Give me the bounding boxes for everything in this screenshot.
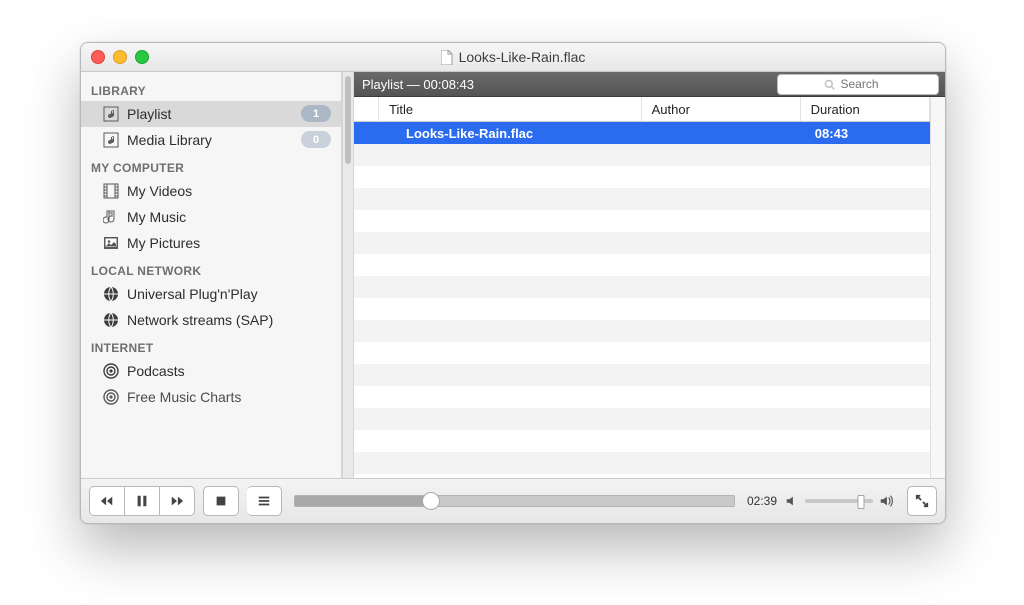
zoom-window-button[interactable] [135, 50, 149, 64]
column-author[interactable]: Author [642, 97, 801, 121]
row-title: Looks-Like-Rain.flac [378, 126, 651, 141]
volume-low-icon [785, 494, 799, 508]
sidebar-item-my-videos[interactable]: My Videos [81, 178, 341, 204]
volume-slider[interactable] [805, 499, 873, 503]
previous-button[interactable] [89, 486, 125, 516]
sidebar-item-label: Network streams (SAP) [127, 312, 273, 328]
seek-slider[interactable] [294, 495, 735, 507]
volume-control [785, 494, 893, 508]
media-library-icon [103, 132, 119, 148]
playlist-columns: Title Author Duration [354, 97, 930, 122]
sidebar-item-upnp[interactable]: Universal Plug'n'Play [81, 281, 341, 307]
podcast-icon [103, 363, 119, 379]
titlebar[interactable]: Looks-Like-Rain.flac [81, 43, 945, 72]
pause-button[interactable] [125, 486, 160, 516]
next-button[interactable] [160, 486, 195, 516]
search-input[interactable] [777, 74, 939, 95]
sidebar-item-sap[interactable]: Network streams (SAP) [81, 307, 341, 333]
sidebar-item-podcasts[interactable]: Podcasts [81, 358, 341, 384]
sidebar-item-label: My Music [127, 209, 186, 225]
sidebar-item-label: Universal Plug'n'Play [127, 286, 258, 302]
column-title[interactable]: Title [379, 97, 642, 121]
transport-buttons [89, 486, 195, 516]
main-content: Playlist — 00:08:43 Title Author Duratio… [354, 72, 945, 478]
sidebar-item-label: Media Library [127, 132, 212, 148]
sidebar-item-my-pictures[interactable]: My Pictures [81, 230, 341, 256]
playlist-toggle-button[interactable] [247, 486, 282, 516]
sidebar-item-media-library[interactable]: Media Library 0 [81, 127, 341, 153]
sidebar-item-label: Playlist [127, 106, 171, 122]
app-window: Looks-Like-Rain.flac LIBRARY Playlist 1 [80, 42, 946, 524]
file-icon [441, 50, 453, 65]
seek-fill [295, 496, 431, 506]
sidebar-section-local-network: LOCAL NETWORK [81, 256, 341, 281]
search-field[interactable] [839, 76, 893, 92]
column-playing[interactable] [354, 97, 379, 121]
seek-knob[interactable] [422, 492, 440, 510]
sidebar-section-library: LIBRARY [81, 76, 341, 101]
sidebar-item-label: My Videos [127, 183, 192, 199]
window-controls [91, 50, 149, 64]
window-title: Looks-Like-Rain.flac [459, 49, 586, 65]
media-library-count-badge: 0 [301, 131, 331, 148]
podcast-icon [103, 389, 119, 405]
video-icon [103, 183, 119, 199]
sidebar-section-my-computer: MY COMPUTER [81, 153, 341, 178]
close-window-button[interactable] [91, 50, 105, 64]
sidebar-scrollbar[interactable] [342, 72, 354, 478]
playlist-header: Playlist — 00:08:43 [354, 72, 945, 97]
sidebar-item-my-music[interactable]: My Music [81, 204, 341, 230]
minimize-window-button[interactable] [113, 50, 127, 64]
network-icon [103, 312, 119, 328]
sidebar-item-label: Podcasts [127, 363, 185, 379]
playlist-icon [103, 106, 119, 122]
playlist-title: Playlist — 00:08:43 [362, 77, 474, 92]
pictures-icon [103, 235, 119, 251]
playlist-count-badge: 1 [301, 105, 331, 122]
volume-knob[interactable] [857, 495, 864, 509]
elapsed-time: 02:39 [747, 494, 777, 508]
network-icon [103, 286, 119, 302]
column-duration[interactable]: Duration [801, 97, 930, 121]
sidebar-section-internet: INTERNET [81, 333, 341, 358]
search-icon [824, 79, 835, 90]
row-duration: 08:43 [805, 126, 930, 141]
volume-high-icon [879, 494, 893, 508]
sidebar-item-free-music-charts[interactable]: Free Music Charts [81, 384, 341, 410]
playlist-scrollbar[interactable] [930, 97, 945, 478]
stop-button[interactable] [203, 486, 239, 516]
music-icon [103, 209, 119, 225]
sidebar: LIBRARY Playlist 1 Media Library 0 MY CO… [81, 72, 342, 478]
playback-controls: 02:39 [81, 478, 945, 523]
sidebar-item-label: Free Music Charts [127, 389, 241, 405]
sidebar-scrollbar-thumb[interactable] [345, 76, 351, 164]
playlist-row[interactable]: Looks-Like-Rain.flac 08:43 [354, 122, 930, 144]
fullscreen-button[interactable] [907, 486, 937, 516]
sidebar-item-playlist[interactable]: Playlist 1 [81, 101, 341, 127]
playlist-rows: Looks-Like-Rain.flac 08:43 [354, 122, 930, 478]
window-body: LIBRARY Playlist 1 Media Library 0 MY CO… [81, 72, 945, 478]
sidebar-item-label: My Pictures [127, 235, 200, 251]
